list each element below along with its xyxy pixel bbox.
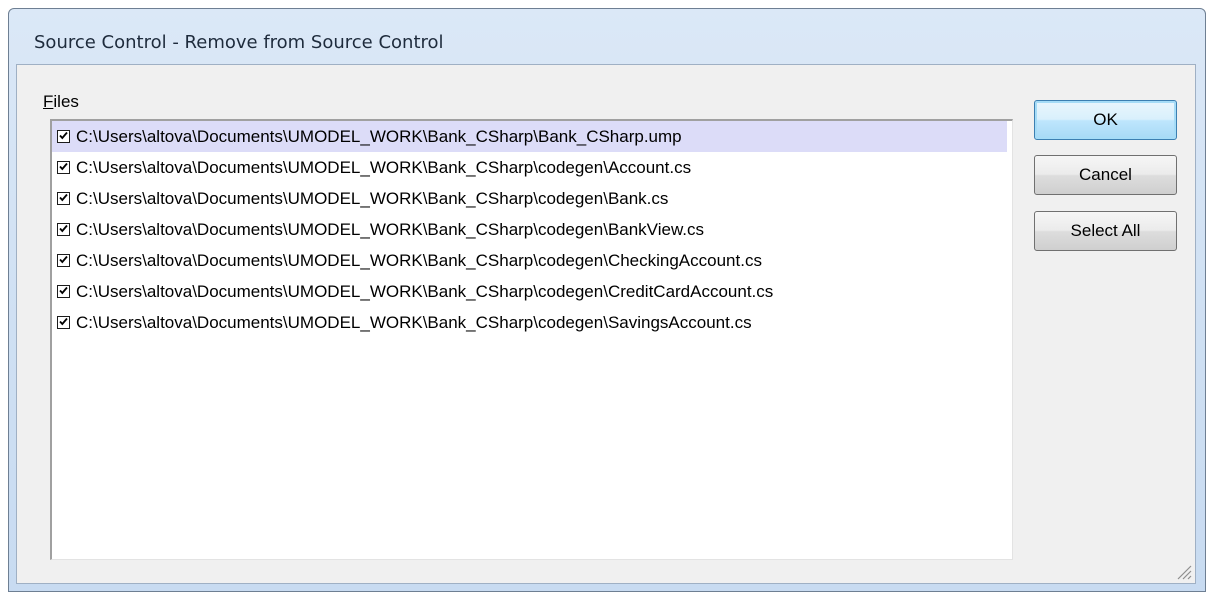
resize-grip-icon[interactable] — [1174, 562, 1192, 580]
file-path: C:\Users\altova\Documents\UMODEL_WORK\Ba… — [76, 250, 762, 270]
file-list-item[interactable]: C:\Users\altova\Documents\UMODEL_WORK\Ba… — [52, 183, 1007, 214]
select-all-button[interactable]: Select All — [1034, 211, 1177, 251]
file-list-item[interactable]: C:\Users\altova\Documents\UMODEL_WORK\Ba… — [52, 245, 1007, 276]
window-title: Source Control - Remove from Source Cont… — [34, 32, 444, 53]
files-label: Files — [43, 92, 79, 112]
file-list-item[interactable]: C:\Users\altova\Documents\UMODEL_WORK\Ba… — [52, 214, 1007, 245]
file-path: C:\Users\altova\Documents\UMODEL_WORK\Ba… — [76, 188, 669, 208]
checkmark-icon — [59, 193, 68, 202]
checkmark-icon — [59, 286, 68, 295]
file-path: C:\Users\altova\Documents\UMODEL_WORK\Ba… — [76, 126, 682, 146]
files-list[interactable]: C:\Users\altova\Documents\UMODEL_WORK\Ba… — [50, 119, 1013, 560]
checkmark-icon — [59, 131, 68, 140]
file-checkbox[interactable] — [57, 223, 70, 236]
checkmark-icon — [59, 255, 68, 264]
file-path: C:\Users\altova\Documents\UMODEL_WORK\Ba… — [76, 281, 774, 301]
file-checkbox[interactable] — [57, 161, 70, 174]
file-path: C:\Users\altova\Documents\UMODEL_WORK\Ba… — [76, 312, 752, 332]
file-path: C:\Users\altova\Documents\UMODEL_WORK\Ba… — [76, 157, 692, 177]
file-path: C:\Users\altova\Documents\UMODEL_WORK\Ba… — [76, 219, 705, 239]
dialog-body: Files C:\Users\altova\Documents\UMODEL_W… — [16, 64, 1196, 584]
dialog-window: Source Control - Remove from Source Cont… — [8, 8, 1206, 592]
ok-button[interactable]: OK — [1034, 100, 1177, 140]
title-bar[interactable]: Source Control - Remove from Source Cont… — [9, 9, 1205, 65]
file-checkbox[interactable] — [57, 254, 70, 267]
file-list-item[interactable]: C:\Users\altova\Documents\UMODEL_WORK\Ba… — [52, 276, 1007, 307]
file-list-item[interactable]: C:\Users\altova\Documents\UMODEL_WORK\Ba… — [52, 307, 1007, 338]
checkmark-icon — [59, 224, 68, 233]
cancel-button[interactable]: Cancel — [1034, 155, 1177, 195]
checkmark-icon — [59, 162, 68, 171]
checkmark-icon — [59, 317, 68, 326]
file-list-item[interactable]: C:\Users\altova\Documents\UMODEL_WORK\Ba… — [52, 121, 1007, 152]
file-checkbox[interactable] — [57, 130, 70, 143]
file-checkbox[interactable] — [57, 192, 70, 205]
files-label-text: iles — [53, 92, 79, 111]
file-checkbox[interactable] — [57, 285, 70, 298]
file-checkbox[interactable] — [57, 316, 70, 329]
files-label-mnemonic: F — [43, 92, 54, 111]
file-list-item[interactable]: C:\Users\altova\Documents\UMODEL_WORK\Ba… — [52, 152, 1007, 183]
